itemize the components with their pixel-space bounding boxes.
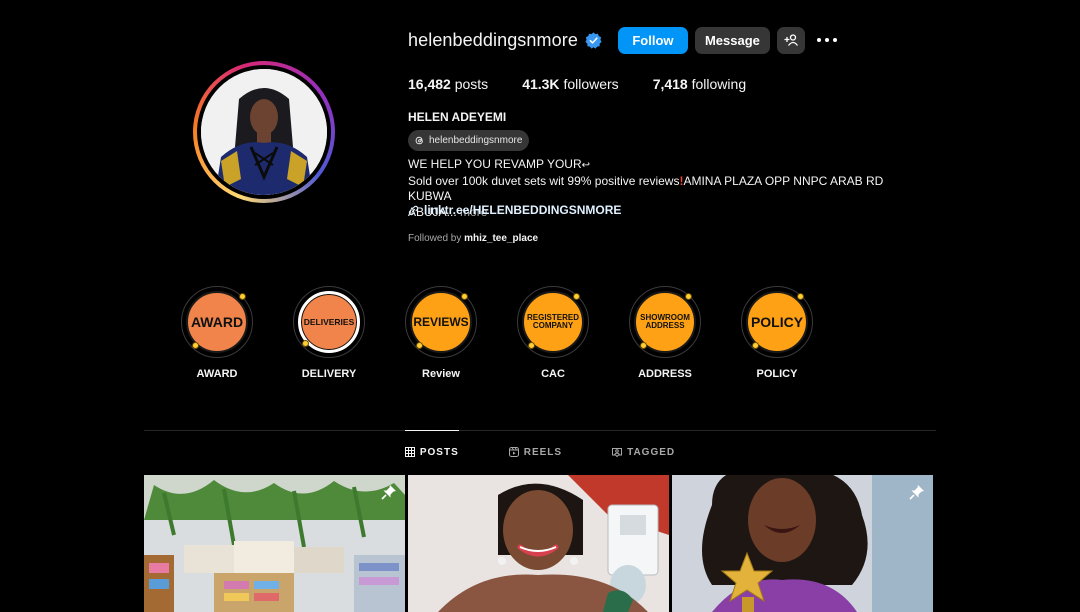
highlight-cover-text: SHOWROOM ADDRESS: [640, 313, 690, 330]
highlight-ring: DELIVERIES: [293, 286, 365, 358]
highlight-cover-text: REGISTERED COMPANY: [527, 313, 580, 330]
woman-with-star-trophy-photo: [672, 475, 933, 612]
highlight-address[interactable]: SHOWROOM ADDRESS ADDRESS: [620, 286, 710, 380]
highlight-ring: AWARD: [181, 286, 253, 358]
avatar-image: [201, 69, 327, 195]
username[interactable]: helenbeddingsnmore: [408, 30, 578, 51]
highlight-label: Review: [422, 368, 460, 380]
highlight-label: ADDRESS: [638, 368, 692, 380]
post-thumbnail[interactable]: [672, 475, 933, 612]
highlight-label: POLICY: [756, 368, 798, 380]
profile-avatar-ring[interactable]: [193, 61, 335, 203]
pin-icon: [909, 485, 924, 500]
sparkle-icon: [573, 293, 580, 300]
threads-icon: [415, 136, 423, 145]
post-thumbnail[interactable]: [408, 475, 669, 612]
tab-tagged[interactable]: TAGGED: [612, 431, 675, 473]
pin-icon: [381, 485, 396, 500]
sparkle-icon: [752, 342, 759, 349]
following-count: 7,418: [652, 76, 688, 92]
link-text: linktr.ee/HELENBEDDINGSNMORE: [424, 203, 622, 217]
highlight-cover-text: AWARD: [190, 314, 244, 330]
bedding-store-photo: [144, 475, 405, 612]
bio-line-1: WE HELP YOU REVAMP YOUR↩: [408, 157, 918, 174]
add-person-icon: [784, 34, 798, 46]
bio-line-1-text: WE HELP YOU REVAMP YOUR: [408, 157, 582, 171]
sparkle-icon: [302, 340, 309, 347]
highlight-ring: REGISTERED COMPANY: [517, 286, 589, 358]
sparkle-icon: [528, 342, 535, 349]
following-stat[interactable]: 7,418 following: [653, 76, 746, 92]
suggested-accounts-button[interactable]: [776, 26, 805, 54]
message-button[interactable]: Message: [694, 26, 770, 54]
posts-stat: 16,482 posts: [408, 76, 488, 92]
follow-button[interactable]: Follow: [617, 26, 688, 54]
avatar: [201, 69, 327, 195]
verified-badge-icon: [585, 31, 602, 49]
posts-count: 16,482: [408, 76, 451, 92]
highlight-cover-text: POLICY: [750, 314, 804, 330]
bio-line-2-text: Sold over 100k duvet sets wit 99% positi…: [408, 173, 680, 188]
sparkle-icon: [416, 342, 423, 349]
sparkle-icon: [797, 293, 804, 300]
highlight-award[interactable]: AWARD AWARD: [172, 286, 262, 380]
followed-by-user[interactable]: mhiz_tee_place: [464, 233, 538, 244]
woman-with-award-photo: [408, 475, 669, 612]
tab-reels[interactable]: REELS: [508, 431, 563, 473]
highlight-ring: REVIEWS: [405, 286, 477, 358]
tab-posts-label: POSTS: [419, 446, 459, 458]
external-link[interactable]: linktr.ee/HELENBEDDINGSNMORE: [408, 203, 621, 217]
bio-line-2: Sold over 100k duvet sets wit 99% positi…: [408, 174, 918, 205]
highlight-label: DELIVERY: [301, 368, 357, 380]
tab-posts[interactable]: POSTS: [404, 430, 459, 473]
followers-count: 41.3K: [522, 76, 560, 92]
highlight-cover-text: REVIEWS: [413, 315, 469, 329]
highlight-delivery[interactable]: DELIVERIES DELIVERY: [284, 286, 374, 380]
reels-icon: [508, 447, 519, 457]
more-dots-icon: [816, 38, 837, 42]
sparkle-icon: [640, 342, 647, 349]
following-label: following: [691, 76, 747, 92]
sparkle-icon: [192, 342, 199, 349]
sparkle-icon: [239, 293, 246, 300]
highlight-cac[interactable]: REGISTERED COMPANY CAC: [508, 286, 598, 380]
sparkle-icon: [461, 293, 468, 300]
tab-tagged-label: TAGGED: [627, 446, 676, 458]
highlight-ring: SHOWROOM ADDRESS: [629, 286, 701, 358]
highlight-ring: POLICY: [741, 286, 813, 358]
full-name: HELEN ADEYEMI: [408, 110, 507, 124]
avatar-gap: [197, 65, 331, 199]
highlight-policy[interactable]: POLICY POLICY: [732, 286, 822, 380]
post-thumbnail[interactable]: [144, 475, 405, 612]
highlight-label: AWARD: [196, 368, 238, 380]
followers-label: followers: [563, 76, 619, 92]
sparkle-icon: [685, 293, 692, 300]
link-icon: [408, 205, 419, 215]
tab-reels-label: REELS: [523, 446, 563, 458]
profile-tabs: POSTS REELS TAGGED: [144, 430, 936, 473]
highlight-cover-text: DELIVERIES: [303, 316, 355, 327]
profile-stats: 16,482 posts 41.3K followers 7,418 follo…: [408, 76, 780, 92]
threads-handle: helenbeddingsnmore: [429, 135, 523, 146]
highlight-label: CAC: [541, 368, 565, 380]
more-options-button[interactable]: [815, 28, 839, 52]
profile-header-row: helenbeddingsnmore Follow Message: [408, 26, 839, 54]
followed-by-prefix: Followed by: [408, 233, 462, 244]
followers-stat[interactable]: 41.3K followers: [522, 76, 619, 92]
threads-badge[interactable]: helenbeddingsnmore: [408, 130, 530, 151]
recycle-emoji-icon: ↩: [581, 160, 590, 171]
tagged-icon: [612, 448, 623, 457]
grid-icon: [404, 447, 415, 457]
followed-by: Followed by mhiz_tee_place: [408, 233, 538, 244]
highlight-review[interactable]: REVIEWS Review: [396, 286, 486, 380]
posts-label: posts: [454, 76, 489, 92]
